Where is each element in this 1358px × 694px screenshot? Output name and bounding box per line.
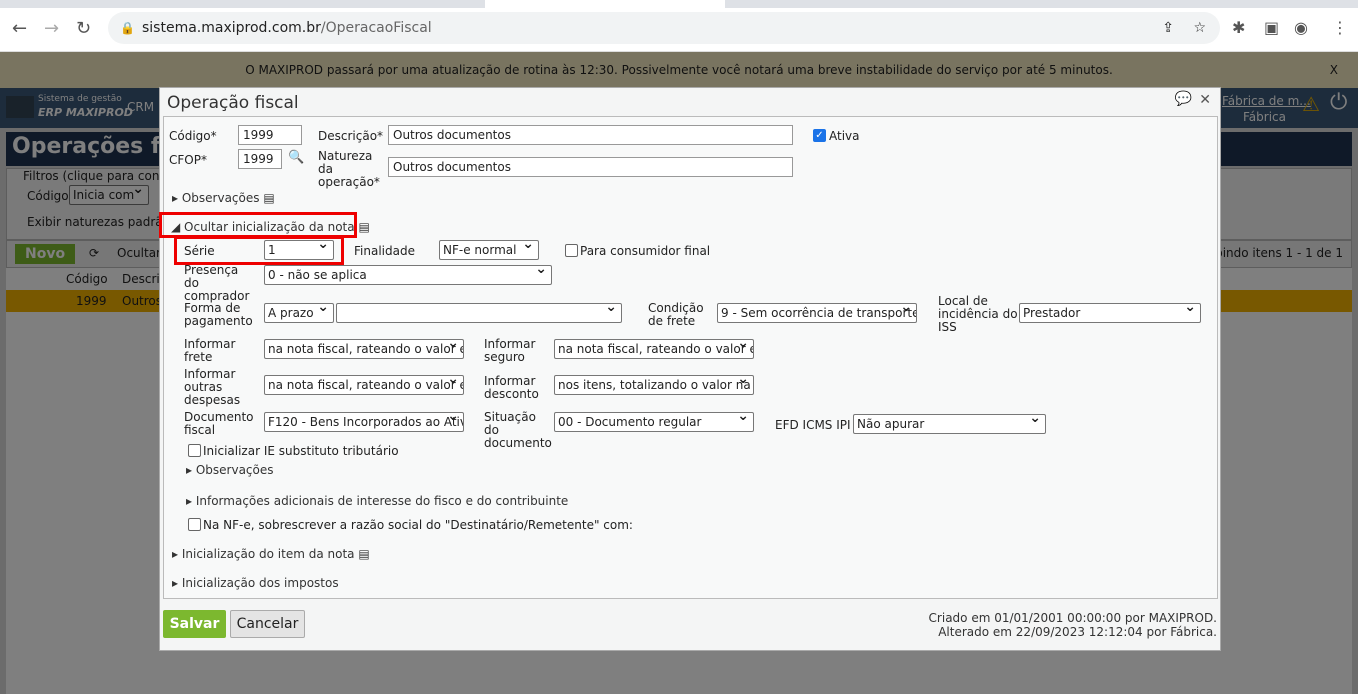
natureza-label: Natureza da operação* <box>318 149 380 189</box>
iss-label: Local de incidência do ISS <box>938 294 1018 334</box>
init-item-label: Inicialização do item da nota <box>181 547 355 561</box>
share-icon[interactable]: ⇪ <box>1162 12 1174 44</box>
ie-label: Inicializar IE substituto tributário <box>203 444 399 458</box>
comment-icon[interactable]: 💬 <box>1175 91 1192 107</box>
razao-label: Na NF-e, sobrescrever a razão social do … <box>203 518 633 532</box>
init-impostos-toggle[interactable]: ▸ Inicialização dos impostos <box>172 576 339 590</box>
outras-select[interactable]: na nota fiscal, rateando o valor e <box>264 375 464 395</box>
finalidade-label: Finalidade <box>354 244 415 258</box>
observacoes-label: Observações <box>181 191 260 205</box>
notes-icon: ▤ <box>358 547 370 561</box>
dialog-body: Código* 1999 CFOP* 1999 🔍 Descrição* Out… <box>159 116 1218 599</box>
search-icon[interactable]: 🔍 <box>288 150 304 165</box>
forma-detail-select[interactable] <box>336 303 622 323</box>
back-icon[interactable]: ← <box>12 18 27 39</box>
browser-chrome: ← → ↻ 🔒 sistema.maxiprod.com.br/Operacao… <box>0 0 1358 52</box>
salvar-button[interactable]: Salvar <box>163 610 226 638</box>
frete-select[interactable]: na nota fiscal, rateando o valor e <box>264 339 464 359</box>
serie-select[interactable]: 1 <box>264 240 334 260</box>
observacoes2-toggle[interactable]: ▸ Observações <box>186 463 274 477</box>
forma-label: Forma de pagamento <box>184 301 253 328</box>
situacao-label: Situação do documento <box>484 410 552 450</box>
condicao-select[interactable]: 9 - Sem ocorrência de transporte <box>717 303 917 323</box>
serie-label: Série <box>184 244 215 258</box>
outras-label: Informar outras despesas <box>184 367 241 407</box>
natureza-input[interactable]: Outros documentos <box>388 157 793 177</box>
close-icon[interactable]: ✕ <box>1199 92 1211 108</box>
consumidor-label: Para consumidor final <box>580 244 711 258</box>
observacoes-toggle[interactable]: ▸ Observações ▤ <box>172 191 275 205</box>
documento-select[interactable]: F120 - Bens Incorporados ao Ativo <box>264 412 464 432</box>
ocultar-inicializacao-toggle[interactable]: ◢ Ocultar inicialização da nota ▤ <box>171 220 370 234</box>
iss-select[interactable]: Prestador <box>1019 303 1201 323</box>
seguro-select[interactable]: na nota fiscal, rateando o valor e <box>554 339 754 359</box>
info-adicionais-toggle[interactable]: ▸ Informações adicionais de interesse do… <box>186 494 568 508</box>
star-icon[interactable]: ☆ <box>1193 12 1206 44</box>
extensions-icon[interactable]: ✱ <box>1232 18 1245 37</box>
url-host: sistema.maxiprod.com.br <box>142 20 321 36</box>
efd-select[interactable]: Não apurar <box>853 414 1046 434</box>
cancelar-button[interactable]: Cancelar <box>230 610 305 638</box>
sidepanel-icon[interactable]: ▣ <box>1264 18 1279 37</box>
tab-strip <box>0 0 1358 8</box>
ie-checkbox[interactable] <box>188 444 201 457</box>
presenca-select[interactable]: 0 - não se aplica <box>264 265 552 285</box>
info-adicionais-label: Informações adicionais de interesse do f… <box>195 494 569 508</box>
notes-icon: ▤ <box>358 220 370 234</box>
consumidor-checkbox[interactable] <box>565 244 578 257</box>
forward-icon[interactable]: → <box>44 18 59 39</box>
dialog-title: Operação fiscal <box>167 93 299 113</box>
ocultar-inicializacao-label: Ocultar inicialização da nota <box>184 220 355 234</box>
url-path: /OperacaoFiscal <box>320 20 432 36</box>
codigo-label: Código* <box>169 129 217 143</box>
seguro-label: Informar seguro <box>484 337 536 364</box>
address-bar[interactable]: 🔒 sistema.maxiprod.com.br/OperacaoFiscal… <box>108 12 1220 44</box>
forma-select[interactable]: A prazo <box>264 303 334 323</box>
criado-text: Criado em 01/01/2001 00:00:00 por MAXIPR… <box>928 611 1217 625</box>
menu-icon[interactable]: ⋮ <box>1332 18 1348 37</box>
ativa-label: Ativa <box>829 129 860 143</box>
ativa-checkbox[interactable]: ✓ <box>813 129 826 142</box>
desconto-select[interactable]: nos itens, totalizando o valor na <box>554 375 754 395</box>
lock-icon: 🔒 <box>120 21 135 35</box>
alterado-text: Alterado em 22/09/2023 12:12:04 por Fábr… <box>938 625 1217 639</box>
presenca-label: Presença do comprador <box>184 263 250 303</box>
observacoes2-label: Observações <box>195 463 274 477</box>
condicao-label: Condição de frete <box>648 301 704 328</box>
documento-label: Documento fiscal <box>184 410 254 437</box>
efd-label: EFD ICMS IPI <box>775 418 851 432</box>
descricao-input[interactable]: Outros documentos <box>388 125 793 145</box>
situacao-select[interactable]: 00 - Documento regular <box>554 412 754 432</box>
notes-icon: ▤ <box>263 191 275 205</box>
razao-checkbox[interactable] <box>188 518 201 531</box>
frete-label: Informar frete <box>184 337 236 364</box>
active-tab[interactable] <box>485 0 725 8</box>
reload-icon[interactable]: ↻ <box>76 18 91 39</box>
operacao-fiscal-dialog: Operação fiscal 💬 ✕ Código* 1999 CFOP* 1… <box>159 87 1221 651</box>
cfop-input[interactable]: 1999 <box>238 149 282 169</box>
init-item-toggle[interactable]: ▸ Inicialização do item da nota ▤ <box>172 547 370 561</box>
desconto-label: Informar desconto <box>484 374 539 401</box>
init-impostos-label: Inicialização dos impostos <box>181 576 339 590</box>
profile-avatar[interactable]: ◉ <box>1294 18 1308 37</box>
finalidade-select[interactable]: NF-e normal <box>439 240 539 260</box>
audit-info: Criado em 01/01/2001 00:00:00 por MAXIPR… <box>929 611 1217 639</box>
codigo-input[interactable]: 1999 <box>238 125 302 145</box>
cfop-label: CFOP* <box>169 153 207 167</box>
descricao-label: Descrição* <box>318 129 384 143</box>
